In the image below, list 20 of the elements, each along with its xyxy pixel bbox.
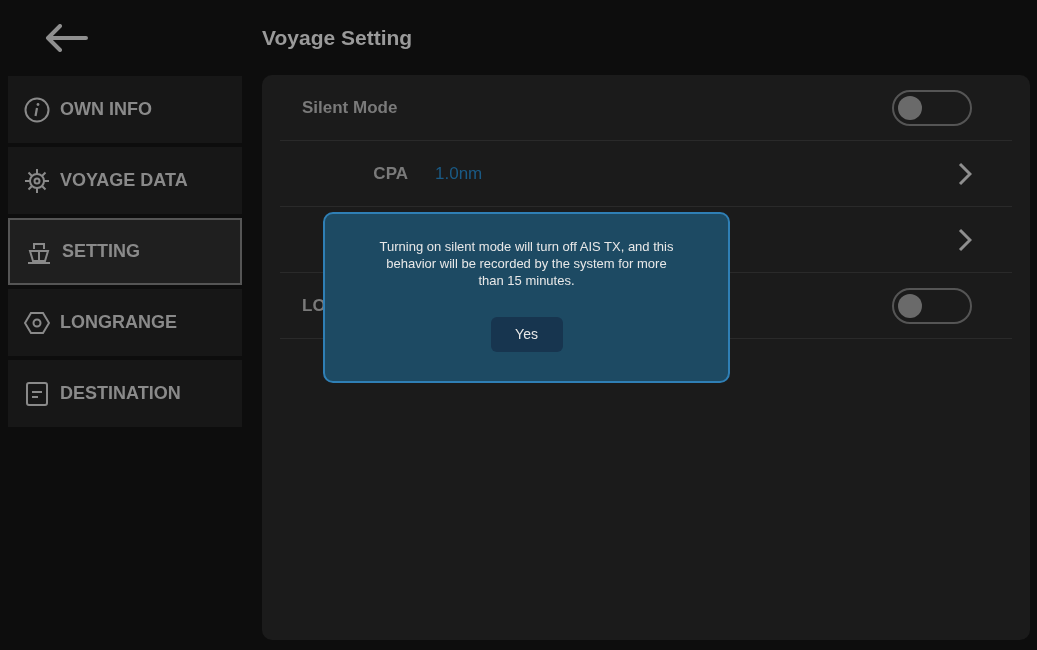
dialog-message: Turning on silent mode will turn off AIS TX, and this behavior will be recorded by the system for more than 15 minutes. bbox=[378, 238, 675, 289]
page-title: Voyage Setting bbox=[262, 24, 413, 51]
hexagon-icon bbox=[24, 309, 50, 336]
toggle-switch[interactable] bbox=[892, 287, 972, 324]
setting-label: Silent Mode bbox=[302, 97, 398, 117]
chevron-right-icon[interactable] bbox=[958, 227, 972, 252]
sidebar-item[interactable]: SETTING bbox=[8, 218, 242, 285]
toggle-switch[interactable] bbox=[892, 89, 972, 126]
setting-label: CPA bbox=[373, 163, 408, 183]
yes-button[interactable]: Yes bbox=[490, 317, 563, 352]
info-icon bbox=[24, 96, 50, 123]
back-arrow-icon[interactable] bbox=[44, 24, 88, 52]
sidebar-item[interactable]: LONGRANGE bbox=[8, 289, 242, 356]
setting-value: 1.0nm bbox=[435, 163, 483, 183]
sidebar-item[interactable]: VOYAGE DATA bbox=[8, 147, 242, 214]
document-icon bbox=[24, 380, 50, 407]
chevron-right-icon[interactable] bbox=[958, 161, 972, 186]
sidebar-item[interactable]: OWN INFO bbox=[8, 76, 242, 143]
gear-icon bbox=[24, 167, 50, 194]
sidebar-item[interactable]: DESTINATION bbox=[8, 360, 242, 427]
